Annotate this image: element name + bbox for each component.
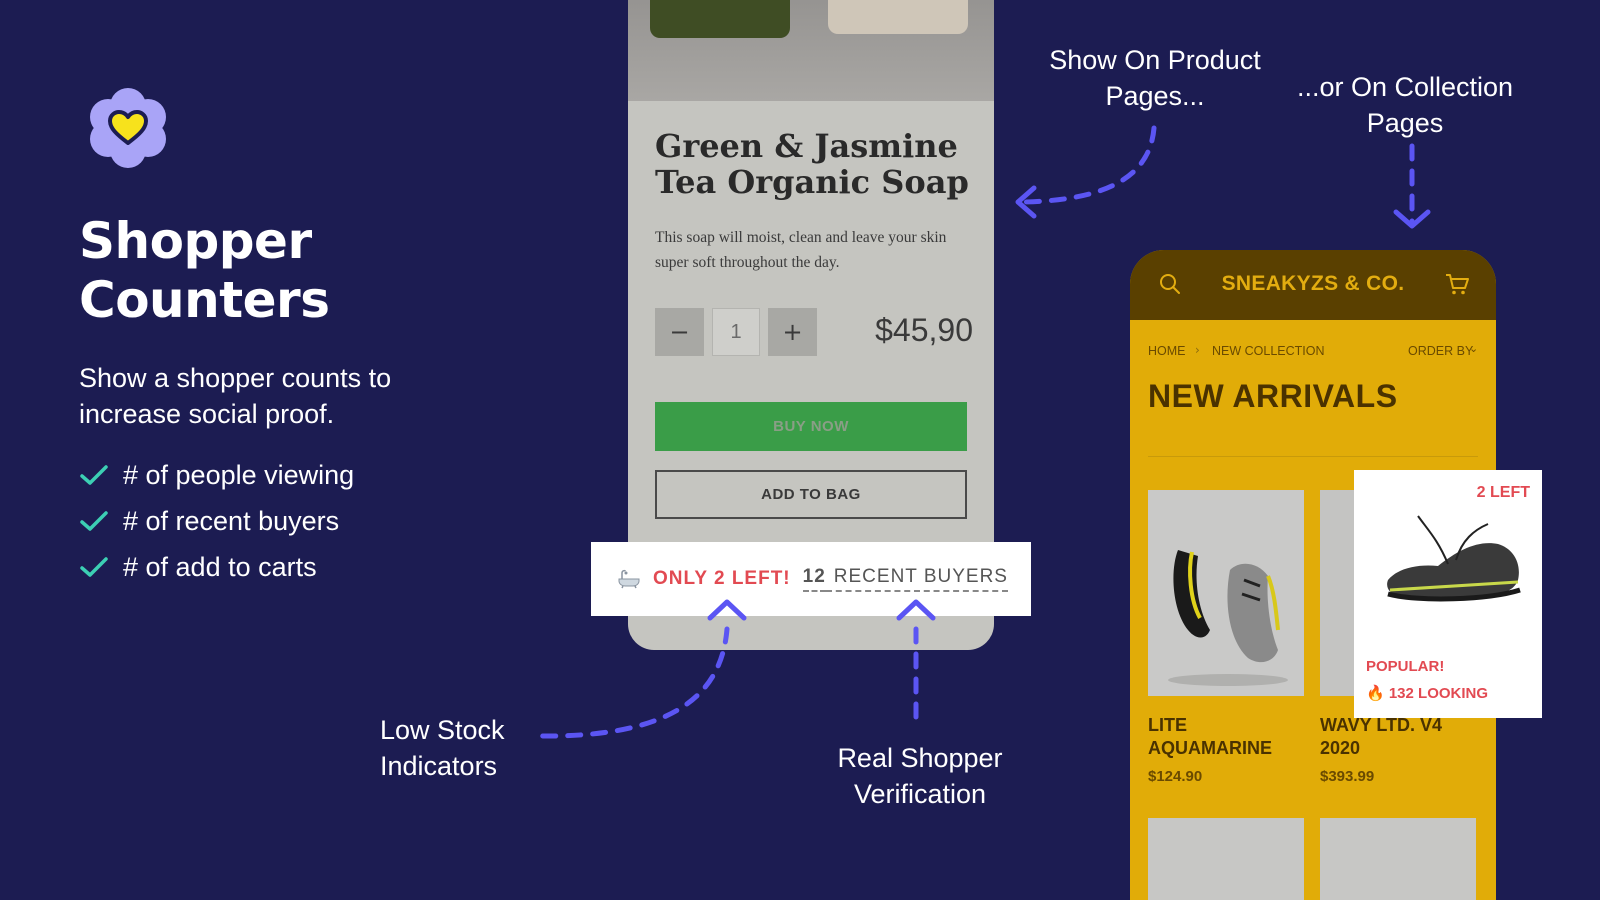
flower-heart-icon [90, 88, 166, 168]
arrow-head-down-icon [1393, 209, 1431, 229]
product-name: Green & Jasmine Tea Organic Soap [655, 127, 969, 201]
recent-buyers-count: 12 [802, 566, 826, 592]
breadcrumb-separator-icon: › [1195, 343, 1200, 357]
low-stock-label: 2 LEFT [1476, 484, 1530, 501]
breadcrumb-home[interactable]: HOME [1148, 344, 1186, 358]
quantity-increase-button[interactable]: + [768, 308, 817, 356]
feature-item: # of people viewing [79, 452, 354, 498]
feature-item: # of recent buyers [79, 498, 354, 544]
product-image[interactable] [1148, 818, 1304, 900]
page-title: Shopper Counters [79, 212, 330, 329]
subtitle: Show a shopper counts to increase social… [79, 363, 392, 429]
product-image [628, 0, 994, 101]
caption-low-stock: Low Stock Indicators [380, 715, 505, 781]
buy-now-button[interactable]: BUY NOW [655, 402, 967, 451]
cart-icon[interactable] [1444, 272, 1470, 296]
product-image[interactable] [1148, 490, 1304, 696]
store-name[interactable]: SNEAKYZS & CO. [1130, 272, 1496, 296]
product-price: $393.99 [1320, 768, 1375, 785]
feature-label: # of add to carts [123, 551, 317, 582]
store-header: SNEAKYZS & CO. [1130, 250, 1496, 320]
white-soap-bar [828, 0, 968, 34]
shopper-counter-popup: 2 LEFT POPULAR! 🔥 132 LOOKING [1354, 470, 1542, 718]
popular-badge: POPULAR! [1366, 658, 1445, 675]
sneaker-image [1168, 550, 1288, 686]
product-description: This soap will moist, clean and leave yo… [655, 229, 947, 271]
check-icon [80, 465, 108, 485]
divider [1148, 456, 1478, 457]
people-looking-count: 🔥 132 LOOKING [1366, 685, 1489, 702]
order-by-dropdown[interactable]: ORDER BY [1408, 344, 1473, 358]
check-icon [80, 511, 108, 531]
check-icon [80, 557, 108, 577]
product-name[interactable]: LITE AQUAMARINE [1148, 714, 1308, 760]
caption-collection-pages: ...or On Collection Pages [1296, 72, 1514, 138]
low-stock-label: ONLY 2 LEFT! [653, 568, 791, 589]
sneaker-image [1387, 515, 1521, 602]
product-name[interactable]: WAVY LTD. V4 2020 [1320, 714, 1480, 760]
add-to-bag-button[interactable]: ADD TO BAG [655, 470, 967, 519]
caption-product-pages: Show On Product Pages... [1049, 45, 1261, 111]
shopper-counter-bar: ONLY 2 LEFT! 12 RECENT BUYERS [591, 542, 1031, 616]
collection-title: NEW ARRIVALS [1148, 378, 1398, 414]
feature-label: # of recent buyers [123, 505, 340, 536]
product-image[interactable] [1320, 818, 1476, 900]
product-price: $124.90 [1148, 768, 1203, 785]
arrow-to-product-page [1021, 125, 1157, 205]
recent-buyers-label: RECENT BUYERS [825, 566, 1008, 592]
arrow-head-left-icon [1015, 185, 1037, 219]
product-price: $45,90 [875, 312, 973, 348]
feature-label: # of people viewing [123, 459, 355, 490]
breadcrumb-collection[interactable]: NEW COLLECTION [1212, 344, 1325, 358]
quantity-decrease-button[interactable]: − [655, 308, 704, 356]
quantity-field[interactable]: 1 [712, 308, 760, 356]
chevron-down-icon[interactable]: ⌄ [1469, 342, 1478, 355]
green-soap-bar [650, 0, 790, 38]
feature-list: # of people viewing # of recent buyers #… [79, 452, 354, 590]
caption-verification: Real Shopper Verification [837, 743, 1003, 809]
bathtub-icon [618, 569, 640, 589]
feature-item: # of add to carts [79, 544, 354, 590]
